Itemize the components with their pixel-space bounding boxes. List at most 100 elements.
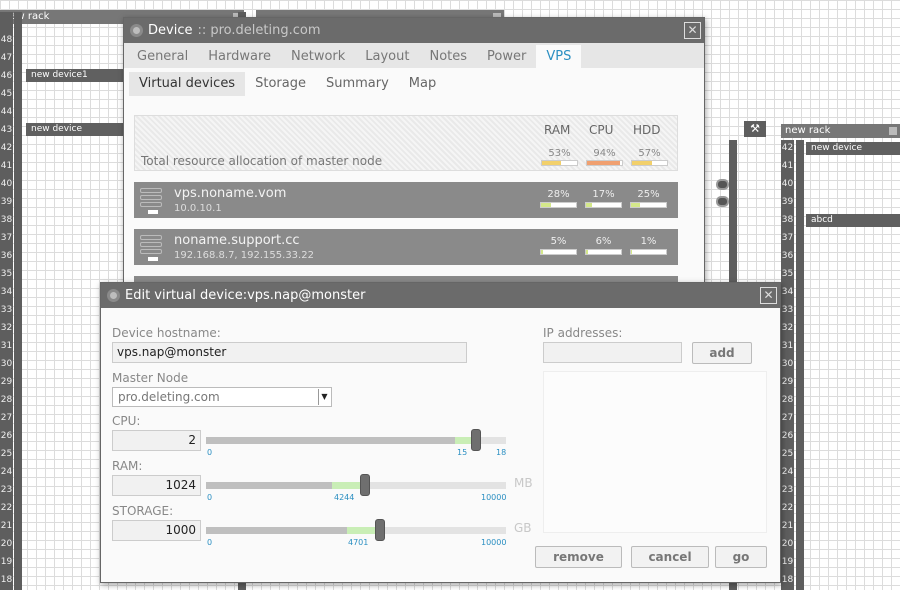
vps-ram-pct: 28% — [547, 189, 570, 200]
device-window-titlebar[interactable]: Device :: pro.deleting.com — [124, 18, 704, 43]
total-resources-panel: RAM CPU HDD Total resource allocation of… — [134, 115, 678, 171]
tab-network[interactable]: Network — [281, 45, 355, 68]
rack-unit-number: 24 — [0, 467, 13, 477]
rack-unit-number: 22 — [781, 503, 794, 513]
rack-unit-number: 47 — [0, 53, 13, 63]
ram-max: 10000 — [481, 493, 507, 502]
storage-unit: GB — [514, 521, 532, 535]
subtab-virtual-devices[interactable]: Virtual devices — [129, 72, 246, 96]
ram-mid: 4244 — [334, 493, 355, 502]
rack-unit-number: 41 — [781, 161, 794, 171]
total-allocation-label: Total resource allocation of master node — [141, 154, 383, 168]
tab-vps[interactable]: VPS — [536, 45, 582, 68]
vps-row[interactable]: vps.noname.vom 10.0.10.1 28% 17% 25% — [134, 182, 678, 218]
ip-address-list — [543, 371, 767, 533]
remove-button[interactable]: remove — [535, 546, 622, 568]
tab-general[interactable]: General — [127, 45, 198, 68]
ram-label: RAM: — [112, 459, 143, 473]
rack-unit-number: 31 — [0, 341, 13, 351]
storage-slider-handle[interactable] — [375, 519, 385, 541]
wrench-icon[interactable]: ⚒ — [744, 121, 766, 137]
total-hdd-bar — [631, 160, 668, 166]
rack-unit-number: 39 — [781, 197, 794, 207]
storage-label: STORAGE: — [112, 504, 174, 518]
storage-input[interactable]: 1000 — [112, 520, 201, 541]
tab-layout[interactable]: Layout — [355, 45, 419, 68]
hdd-header: HDD — [633, 123, 661, 137]
rack-unit-column-left: 48 47 46 45 44 43 42 41 40 39 38 37 36 35 34 33 32 31 30 29… — [0, 12, 13, 590]
ram-input[interactable]: 1024 — [112, 475, 201, 496]
cpu-label: CPU: — [112, 414, 141, 428]
tab-hardware[interactable]: Hardware — [198, 45, 281, 68]
ram-min: 0 — [207, 493, 213, 502]
rack-unit-number: 48 — [0, 35, 13, 45]
vps-cpu-bar — [585, 249, 622, 255]
rack-unit-number: 19 — [781, 557, 794, 567]
vps-ip: 192.168.8.7, 192.155.33.22 — [174, 250, 314, 261]
rack-unit-number: 32 — [781, 323, 794, 333]
rack-device[interactable]: new device1 — [26, 69, 124, 82]
cpu-input[interactable]: 2 — [112, 430, 201, 451]
rack-device[interactable]: abcd — [806, 214, 900, 227]
chevron-down-icon[interactable]: ▼ — [318, 389, 330, 405]
rack-unit-number: 31 — [781, 341, 794, 351]
rack-unit-number: 36 — [781, 251, 794, 261]
close-icon[interactable]: ✕ — [760, 287, 777, 304]
rack-unit-number: 25 — [781, 449, 794, 459]
edit-window-titlebar[interactable]: Edit virtual device:vps.nap@monster — [101, 283, 780, 308]
rack-unit-number: 42 — [781, 143, 794, 153]
server-icon — [140, 235, 162, 261]
rack-header-right[interactable]: new rack — [781, 124, 900, 138]
vps-name: vps.noname.vom — [174, 186, 287, 201]
vps-hdd-bar — [630, 202, 667, 208]
rack-unit-number: 36 — [0, 251, 13, 261]
rack-unit-column-right: 42 41 40 39 38 37 36 35 34 33 32 31 30 29 28 27 26 25 24 23… — [781, 140, 794, 590]
window-subtitle: :: pro.deleting.com — [197, 23, 321, 38]
rack-grip-icon[interactable] — [889, 127, 897, 135]
subtab-storage[interactable]: Storage — [245, 72, 316, 96]
storage-mid: 4701 — [348, 538, 369, 547]
master-node-select[interactable]: pro.deleting.com ▼ — [112, 387, 332, 407]
ram-slider[interactable] — [206, 474, 506, 496]
tab-power[interactable]: Power — [477, 45, 536, 68]
subtab-map[interactable]: Map — [399, 72, 446, 96]
rack-unit-number: 45 — [0, 89, 13, 99]
rack-unit-number: 30 — [0, 359, 13, 369]
rack-unit-number: 22 — [0, 503, 13, 513]
vps-row[interactable]: noname.support.cc 192.168.8.7, 192.155.3… — [134, 229, 678, 265]
gear-icon — [107, 289, 120, 302]
cpu-slider-handle[interactable] — [471, 429, 481, 451]
rack-unit-number: 37 — [781, 233, 794, 243]
rack-unit-number: 19 — [0, 557, 13, 567]
rack-unit-number: 42 — [0, 143, 13, 153]
vps-name: noname.support.cc — [174, 233, 300, 248]
rack-device[interactable]: new device — [26, 123, 124, 136]
go-button[interactable]: go — [715, 546, 767, 568]
vps-cpu-pct: 17% — [592, 189, 615, 200]
total-cpu-bar — [586, 160, 623, 166]
rack-unit-number: 24 — [781, 467, 794, 477]
rack-unit-number: 21 — [0, 521, 13, 531]
cpu-slider[interactable] — [206, 429, 506, 451]
storage-slider[interactable] — [206, 519, 506, 541]
edit-vps-window: Edit virtual device:vps.nap@monster ✕ De… — [100, 282, 781, 583]
hostname-input[interactable]: vps.nap@monster — [112, 342, 467, 363]
tab-notes[interactable]: Notes — [419, 45, 477, 68]
storage-min: 0 — [207, 538, 213, 547]
ip-address-input[interactable] — [543, 342, 682, 363]
cancel-button[interactable]: cancel — [631, 546, 709, 568]
vps-ram-bar — [540, 202, 577, 208]
rack-unit-number: 27 — [0, 413, 13, 423]
rack-unit-number: 32 — [0, 323, 13, 333]
close-icon[interactable]: ✕ — [684, 22, 701, 39]
rack-unit-number: 35 — [781, 269, 794, 279]
device-window: Device :: pro.deleting.com ✕ General Har… — [123, 17, 705, 286]
rack-unit-number: 30 — [781, 359, 794, 369]
ram-slider-handle[interactable] — [360, 474, 370, 496]
edit-window-title: Edit virtual device:vps.nap@monster — [125, 288, 366, 303]
add-ip-button[interactable]: add — [692, 342, 752, 364]
rack-device[interactable]: new device — [806, 142, 900, 155]
subtab-summary[interactable]: Summary — [316, 72, 399, 96]
rack-unit-number: 39 — [0, 197, 13, 207]
cpu-max: 18 — [496, 448, 507, 457]
